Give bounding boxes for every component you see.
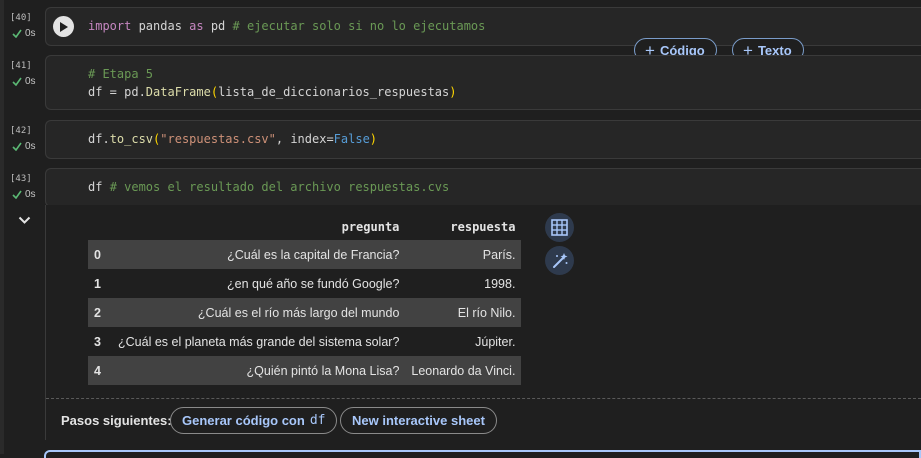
next-steps-label: Pasos siguientes: <box>61 413 172 428</box>
code-token: df <box>88 180 110 194</box>
suggest-charts-button[interactable] <box>545 246 574 275</box>
generate-code-label: Generar código con <box>182 413 305 428</box>
check-icon <box>12 77 22 86</box>
run-icon <box>60 21 68 32</box>
new-interactive-sheet-button[interactable]: New interactive sheet <box>340 407 497 434</box>
exec-time: 0s <box>25 189 36 200</box>
cell-respuesta: 1998. <box>484 276 516 291</box>
collapse-output-button[interactable] <box>18 212 31 230</box>
code-string: "respuestas.csv" <box>160 132 276 146</box>
code-token: lista_de_diccionarios_respuestas <box>218 85 450 99</box>
cell-pregunta: ¿Quién pintó la Mona Lisa? <box>112 356 406 385</box>
row-index: 2 <box>88 298 112 327</box>
code-comment: # ejecutar solo si no lo ejecutamos <box>232 19 486 33</box>
check-icon <box>12 29 22 38</box>
table-row: 2 ¿Cuál es el río más largo del mundo El… <box>88 298 522 327</box>
code-token: df. <box>88 132 110 146</box>
cell-respuesta: Júpiter. <box>475 334 516 349</box>
exec-time: 0s <box>25 141 36 152</box>
code-token: ) <box>449 85 457 99</box>
row-index: 1 <box>94 276 101 291</box>
exec-status: 0s <box>12 141 36 152</box>
code-token: pandas <box>131 19 190 33</box>
row-index: 4 <box>88 356 112 385</box>
generate-code-var: df <box>309 413 326 428</box>
code-token: pd <box>203 19 233 33</box>
code-comment: # Etapa 5 <box>88 67 154 81</box>
exec-time: 0s <box>25 76 36 87</box>
exec-count: [43] <box>10 174 32 184</box>
dataframe-table: pregunta respuesta 0 ¿Cuál es la capital… <box>88 213 522 385</box>
table-row: 1 ¿en qué año se fundó Google? 1998. <box>88 269 521 298</box>
cell-code[interactable]: # Etapa 5 df = pd.DataFrame(lista_de_dic… <box>88 65 456 101</box>
output-divider <box>46 398 921 399</box>
cell-code[interactable]: import pandas as pd # ejecutar solo si n… <box>88 17 485 35</box>
cell-pregunta: ¿Cuál es el planeta más grande del siste… <box>118 334 400 349</box>
left-edge <box>0 0 4 454</box>
column-header: pregunta <box>341 219 400 234</box>
code-token: DataFrame <box>145 85 211 99</box>
code-token: , index= <box>275 132 334 146</box>
table-header-row: pregunta respuesta <box>88 213 521 240</box>
exec-time: 0s <box>25 28 36 39</box>
code-token: ) <box>369 132 378 146</box>
index-header <box>88 213 112 240</box>
table-row: 4 ¿Quién pintó la Mona Lisa? Leonardo da… <box>88 356 522 385</box>
code-token: as <box>189 19 204 33</box>
exec-count: [41] <box>10 61 32 71</box>
new-interactive-sheet-label: New interactive sheet <box>352 413 485 428</box>
cell-respuesta: París. <box>405 240 522 269</box>
code-token: df = pd. <box>88 85 146 99</box>
exec-count: [40] <box>10 13 32 23</box>
code-comment: # vemos el resultado del archivo respues… <box>109 180 450 194</box>
cell-code[interactable]: df # vemos el resultado del archivo resp… <box>88 178 449 196</box>
row-index: 3 <box>94 334 101 349</box>
generate-code-button[interactable]: Generar código con df <box>170 407 338 434</box>
exec-status: 0s <box>12 76 36 87</box>
magic-wand-icon <box>552 252 567 268</box>
cell-pregunta: ¿Cuál es el río más largo del mundo <box>112 298 406 327</box>
table-icon <box>551 219 568 236</box>
run-cell-button[interactable] <box>53 16 74 37</box>
cell-code[interactable]: df.to_csv("respuestas.csv", index=False) <box>88 130 377 148</box>
code-token: to_csv <box>109 132 154 146</box>
next-cell-edge[interactable] <box>44 450 921 458</box>
row-index: 0 <box>88 240 112 269</box>
exec-status: 0s <box>12 189 36 200</box>
cell-respuesta: El río Nilo. <box>405 298 522 327</box>
table-row: 3 ¿Cuál es el planeta más grande del sis… <box>88 327 521 356</box>
code-token: ( <box>210 85 219 99</box>
cell-pregunta: ¿Cuál es la capital de Francia? <box>112 240 406 269</box>
table-row: 0 ¿Cuál es la capital de Francia? París. <box>88 240 522 269</box>
code-token: False <box>333 132 370 146</box>
check-icon <box>12 142 22 151</box>
check-icon <box>12 190 22 199</box>
cell-pregunta: ¿en qué año se fundó Google? <box>227 276 400 291</box>
exec-count: [42] <box>10 126 32 136</box>
convert-to-table-button[interactable] <box>545 213 574 242</box>
code-token: import <box>88 19 132 33</box>
chevron-down-icon <box>18 216 31 224</box>
cell-respuesta: Leonardo da Vinci. <box>405 356 522 385</box>
column-header: respuesta <box>450 219 516 234</box>
exec-status: 0s <box>12 28 36 39</box>
